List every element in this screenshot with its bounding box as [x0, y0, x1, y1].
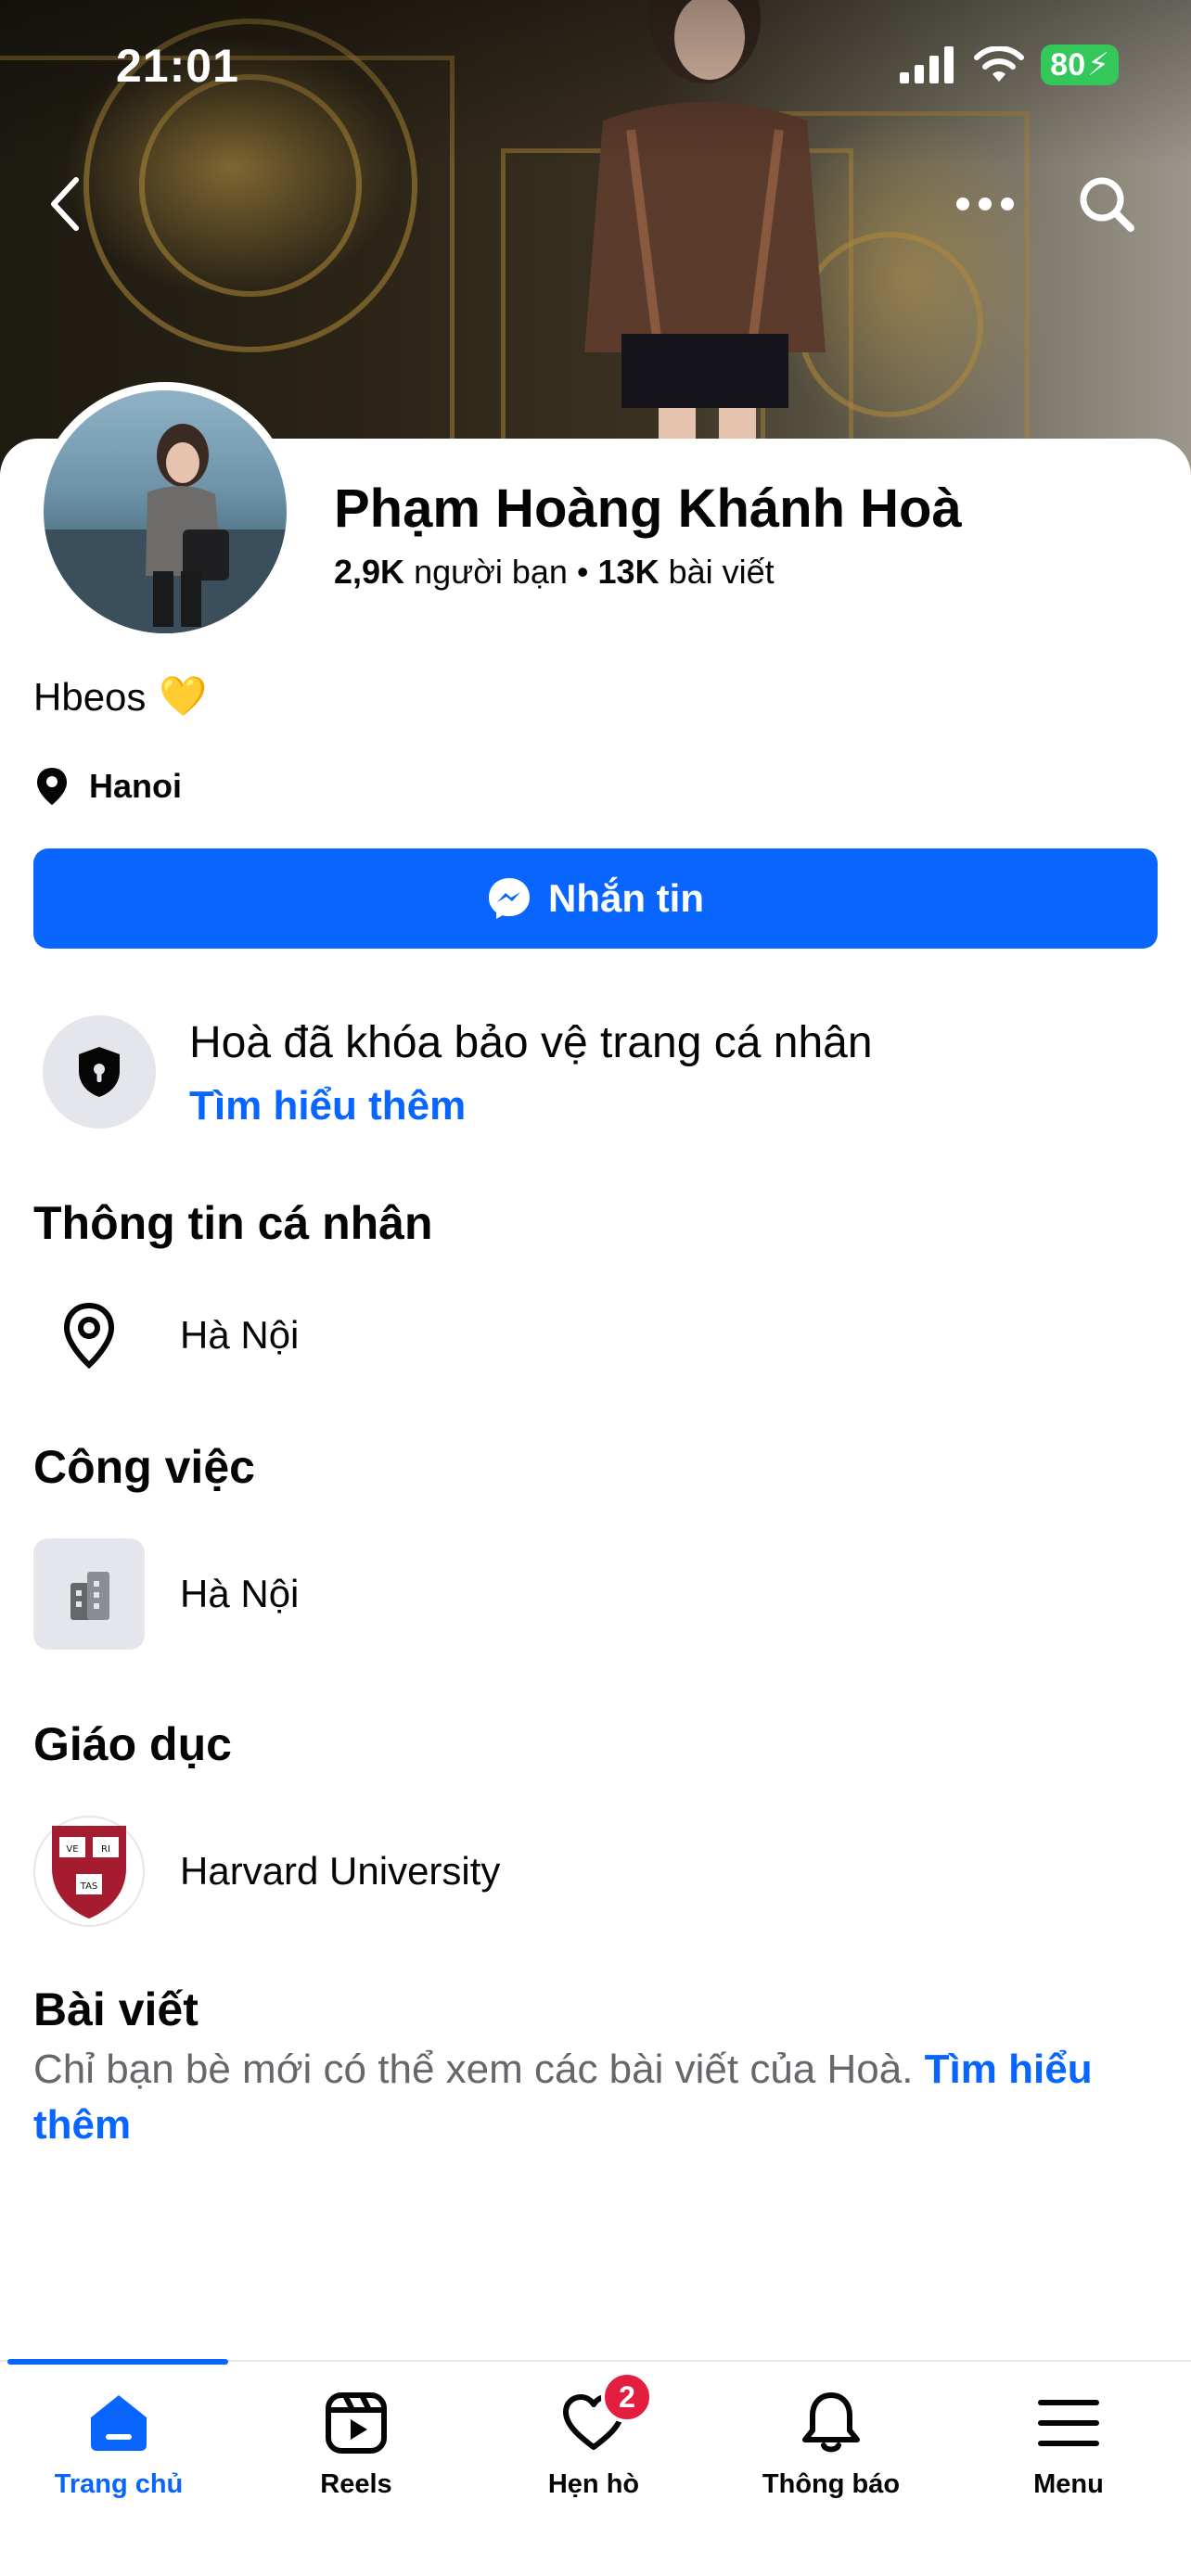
- location-text: Hanoi: [89, 767, 183, 805]
- work-icon-box: [33, 1538, 145, 1650]
- education-logo-box: VE RI TAS: [33, 1816, 145, 1927]
- avatar-figure: [44, 424, 287, 633]
- location-icon-box: [33, 1280, 145, 1391]
- posts-label: bài viết: [668, 553, 775, 591]
- friends-count[interactable]: 2,9K: [334, 553, 404, 591]
- bio-text: Hbeos: [33, 674, 147, 719]
- lock-learn-more-link[interactable]: Tìm hiểu thêm: [189, 1083, 873, 1129]
- nav-item-home[interactable]: Trang chủ: [0, 2390, 237, 2500]
- nav-label-menu: Menu: [1033, 2469, 1104, 2499]
- shield-lock-icon: [79, 1047, 120, 1097]
- back-button[interactable]: [23, 162, 107, 246]
- personal-info-heading: Thông tin cá nhân: [33, 1197, 433, 1249]
- lock-icon-circle: [43, 1015, 156, 1129]
- signal-icon: [900, 46, 954, 83]
- harvard-shield-icon: VE RI TAS: [52, 1826, 126, 1919]
- bottom-nav: Trang chủ Reels 2 Hẹn hò Thông báo Menu: [0, 2359, 1191, 2576]
- status-icons: 80 ⚡: [898, 45, 1119, 85]
- home-icon: [91, 2395, 147, 2451]
- lock-notice-title: Hoà đã khóa bảo vệ trang cá nhân: [189, 1018, 873, 1067]
- reels-icon: [326, 2392, 387, 2454]
- search-icon: [1080, 177, 1134, 232]
- profile-name: Phạm Hoàng Khánh Hoà: [334, 478, 962, 539]
- dating-notification-badge: 2: [601, 2371, 653, 2423]
- harvard-logo-text-tas: TAS: [80, 1881, 98, 1892]
- nav-label-notifications: Thông báo: [762, 2469, 901, 2499]
- location-outline-icon: [63, 1302, 115, 1369]
- nav-label-home: Trang chủ: [54, 2469, 184, 2499]
- harvard-logo-text-ve: VE: [66, 1844, 78, 1855]
- nav-label-dating: Hẹn hò: [547, 2469, 640, 2499]
- friends-label[interactable]: người bạn: [414, 553, 568, 591]
- chevron-left-icon: [51, 177, 79, 231]
- profile-lock-notice: Hoà đã khóa bảo vệ trang cá nhân Tìm hiể…: [43, 1015, 873, 1129]
- nav-item-menu[interactable]: Menu: [950, 2390, 1187, 2500]
- nav-item-notifications[interactable]: Thông báo: [712, 2390, 950, 2500]
- battery-level: 80: [1050, 47, 1086, 83]
- nav-active-indicator: [7, 2359, 228, 2365]
- search-button[interactable]: [1065, 162, 1148, 246]
- work-text: Hà Nội: [180, 1572, 300, 1615]
- status-time: 21:01: [116, 40, 239, 92]
- education-row[interactable]: VE RI TAS Harvard University: [33, 1816, 500, 1927]
- wifi-icon: [974, 46, 1025, 82]
- profile-avatar[interactable]: [35, 382, 295, 642]
- harvard-logo-text-ri: RI: [101, 1844, 110, 1855]
- work-row[interactable]: Hà Nội: [33, 1538, 299, 1650]
- profile-bio: Hbeos 💛: [33, 674, 208, 720]
- education-heading: Giáo dục: [33, 1718, 232, 1770]
- personal-info-location-row: Hà Nội: [33, 1280, 299, 1391]
- posts-count: 13K: [597, 553, 660, 591]
- more-icon: [956, 198, 1014, 210]
- yellow-heart-emoji: 💛: [159, 674, 208, 718]
- profile-stats: 2,9K người bạn • 13K bài viết: [334, 553, 775, 592]
- battery-indicator: 80 ⚡: [1041, 45, 1119, 85]
- message-button[interactable]: Nhắn tin: [33, 848, 1158, 949]
- nav-item-dating[interactable]: 2 Hẹn hò: [475, 2371, 712, 2500]
- work-heading: Công việc: [33, 1441, 255, 1493]
- nav-item-reels[interactable]: Reels: [237, 2390, 475, 2500]
- message-button-label: Nhắn tin: [548, 876, 704, 920]
- avatar-photo: [44, 390, 287, 633]
- dating-icon-wrap: 2: [560, 2371, 653, 2456]
- bell-icon: [802, 2392, 860, 2453]
- nav-label-reels: Reels: [320, 2469, 392, 2499]
- stats-separator: •: [576, 553, 589, 591]
- charging-icon: ⚡: [1087, 47, 1109, 83]
- more-options-button[interactable]: [943, 162, 1027, 246]
- posts-note-text: Chỉ bạn bè mới có thể xem các bài viết c…: [33, 2047, 914, 2092]
- building-icon: [70, 1572, 109, 1620]
- menu-icon: [1038, 2400, 1099, 2446]
- personal-info-location-text: Hà Nội: [180, 1313, 300, 1357]
- posts-heading: Bài viết: [33, 1983, 198, 2035]
- profile-location: Hanoi: [35, 766, 182, 807]
- messenger-icon: [489, 878, 530, 919]
- education-text: Harvard University: [180, 1849, 501, 1893]
- posts-privacy-note: Chỉ bạn bè mới có thể xem các bài viết c…: [33, 2042, 1158, 2153]
- location-pin-icon: [37, 768, 67, 805]
